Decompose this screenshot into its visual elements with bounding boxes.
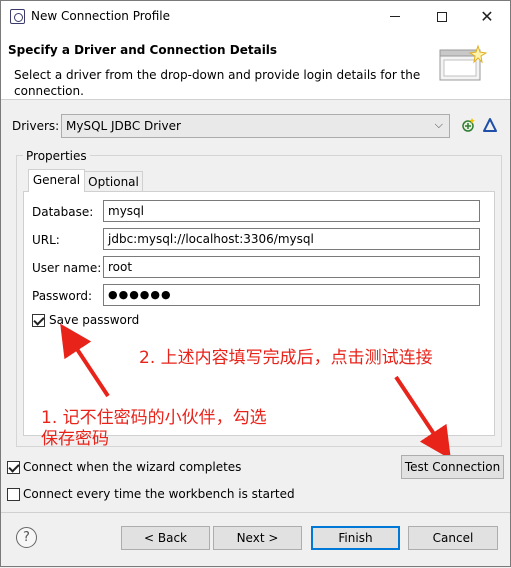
close-button[interactable]: ✕ [464,1,510,32]
save-password-checkbox[interactable] [32,314,45,327]
maximize-icon [437,11,447,22]
connect-when-complete-label: Connect when the wizard completes [23,460,242,474]
drivers-selected-value: MySQL JDBC Driver [66,119,181,133]
header-description: Select a driver from the drop-down and p… [14,68,421,98]
drivers-dropdown[interactable]: MySQL JDBC Driver ⌵ [61,114,450,138]
connect-every-time-label: Connect every time the workbench is star… [23,487,295,501]
username-input[interactable]: root [103,256,480,278]
wizard-banner-icon [439,44,488,81]
database-label: Database: [32,205,94,219]
connect-when-complete-checkbox[interactable] [7,461,20,474]
username-label: User name: [32,261,102,275]
tab-general[interactable]: General [28,169,85,192]
connect-every-time-checkbox[interactable] [7,488,20,501]
help-icon[interactable]: ? [16,527,37,548]
test-connection-button[interactable]: Test Connection [401,455,504,479]
next-button[interactable]: Next > [213,526,302,550]
wizard-header: Specify a Driver and Connection Details … [1,32,510,100]
edit-driver-icon[interactable] [482,117,498,133]
url-label: URL: [32,233,60,247]
minimize-button[interactable] [372,1,418,32]
drivers-label: Drivers: [12,119,60,133]
back-button[interactable]: < Back [121,526,210,550]
chevron-down-icon: ⌵ [434,118,443,131]
password-input[interactable]: ●●●●●● [103,284,480,306]
url-input[interactable]: jdbc:mysql://localhost:3306/mysql [103,228,480,250]
database-input[interactable]: mysql [103,200,480,222]
maximize-button[interactable] [419,1,465,32]
title-bar: New Connection Profile ✕ [1,1,510,32]
password-label: Password: [32,289,93,303]
close-icon: ✕ [480,7,494,26]
annotation-step-1-line2: 保存密码 [41,429,109,449]
tab-optional[interactable]: Optional [85,171,143,191]
footer-separator [1,512,510,513]
window-title: New Connection Profile [31,9,171,23]
cancel-button[interactable]: Cancel [408,526,498,550]
properties-group-label: Properties [23,149,90,163]
annotation-step-2: 2. 上述内容填写完成后，点击测试连接 [139,348,433,368]
new-driver-icon[interactable] [460,117,476,133]
annotation-step-1-line1: 1. 记不住密码的小伙伴，勾选 [41,408,267,428]
save-password-label: Save password [49,313,140,327]
dialog-window: New Connection Profile ✕ Specify a Drive… [0,0,511,567]
finish-button[interactable]: Finish [311,526,400,550]
header-title: Specify a Driver and Connection Details [8,43,278,57]
app-icon [10,9,25,24]
minimize-icon [390,16,400,17]
